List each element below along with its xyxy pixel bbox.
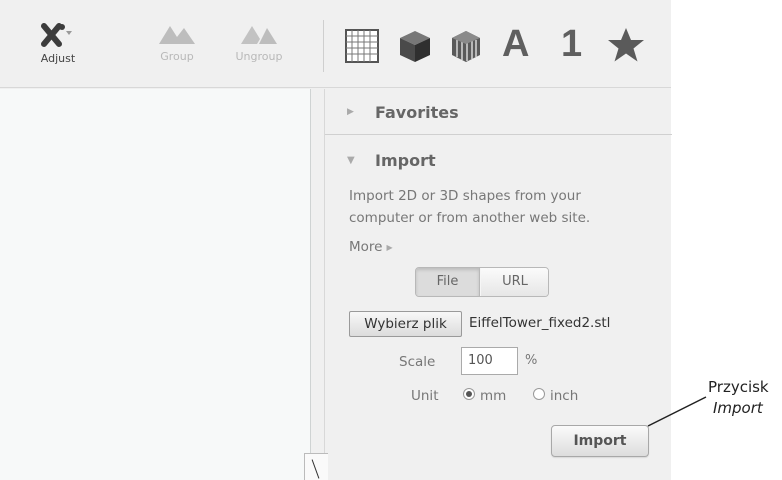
callout-text-line1: Przycisk	[708, 378, 769, 396]
callout-pointer-line	[647, 396, 707, 427]
callout-text-line2: Import	[713, 399, 763, 417]
